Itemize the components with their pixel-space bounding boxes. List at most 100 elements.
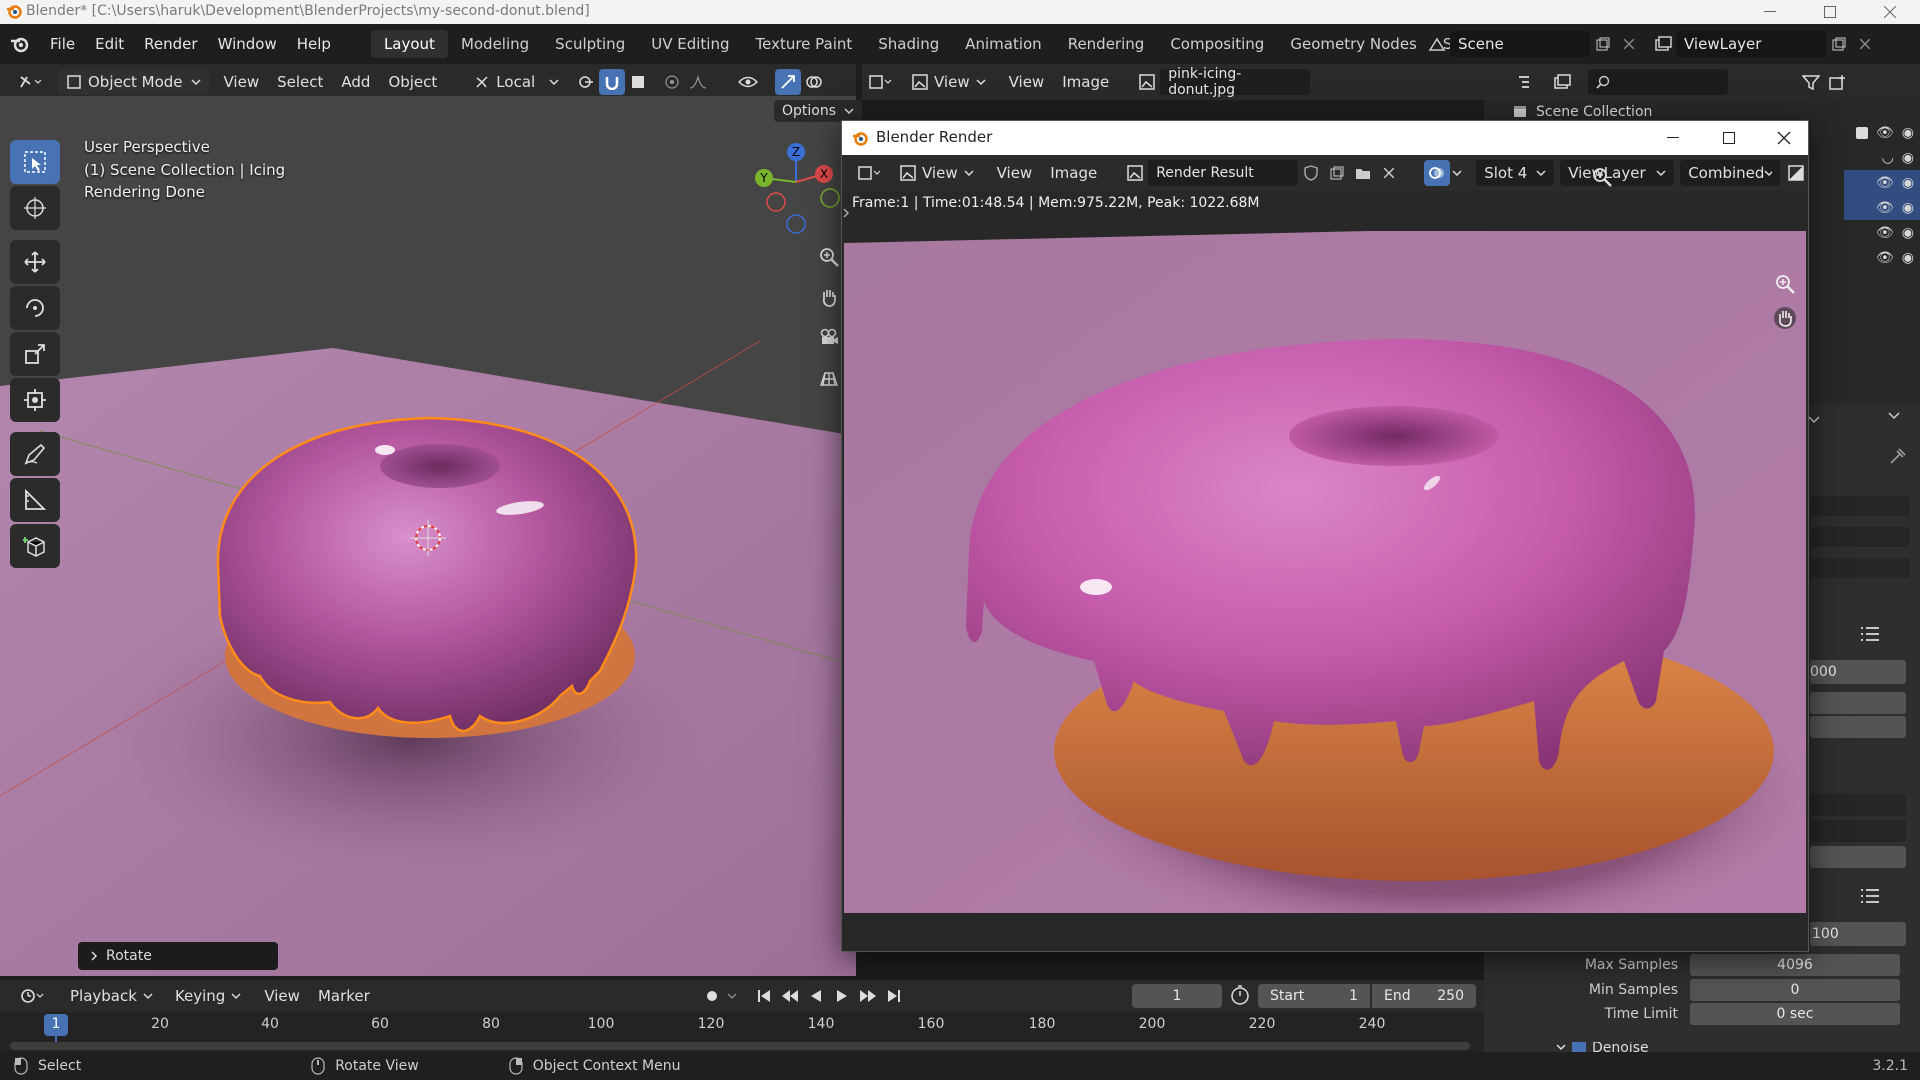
select-box-tool-icon[interactable]	[10, 140, 60, 184]
rotate-tool-icon[interactable]	[10, 286, 60, 330]
render-pan-hand-icon[interactable]	[1774, 307, 1796, 329]
filter-icon[interactable]	[1798, 69, 1824, 95]
editor-type-icon[interactable]	[10, 69, 50, 95]
list-menu-icon-2[interactable]	[1860, 888, 1880, 904]
eye-closed-icon[interactable]: ◡	[1882, 150, 1894, 166]
render-menu-view[interactable]: View	[988, 164, 1042, 182]
camera-icon[interactable]: ◉	[1902, 125, 1914, 141]
maximize-button[interactable]	[1800, 0, 1860, 24]
render-image-browse-icon[interactable]	[1122, 160, 1148, 186]
3d-viewport[interactable]	[0, 96, 856, 976]
props-field-5[interactable]	[1810, 716, 1906, 738]
display-mode-icon[interactable]	[1550, 69, 1576, 95]
cursor-tool-icon[interactable]	[10, 186, 60, 230]
slot-dropdown[interactable]: Slot 4	[1476, 160, 1555, 186]
tab-texture-paint[interactable]: Texture Paint	[742, 30, 865, 58]
last-operator-panel[interactable]: Rotate	[78, 942, 278, 970]
render-view-layer-dropdown[interactable]: ViewLayer	[1560, 160, 1675, 186]
jump-keyframe-forward-icon[interactable]	[855, 983, 881, 1009]
properties-collapse-icon[interactable]	[1808, 416, 1820, 424]
camera-icon[interactable]: ◉	[1902, 200, 1914, 216]
render-pass-dropdown[interactable]: Combined	[1680, 160, 1781, 186]
viewport-menu-add[interactable]: Add	[332, 73, 379, 91]
render-zoom-button-icon[interactable]	[1774, 273, 1796, 295]
render-result-image[interactable]	[844, 231, 1806, 913]
max-samples-field[interactable]: 4096	[1690, 954, 1900, 976]
minimize-button[interactable]	[1740, 0, 1800, 24]
duplicate-image-icon[interactable]	[1324, 160, 1350, 186]
render-maximize-button[interactable]	[1704, 121, 1754, 155]
end-frame-field[interactable]: End 250	[1372, 984, 1476, 1008]
menu-help[interactable]: Help	[287, 30, 341, 58]
camera-icon[interactable]: ◉	[1902, 175, 1914, 191]
image-editor-type-icon[interactable]	[862, 69, 898, 95]
tab-geometry-nodes[interactable]: Geometry Nodes	[1277, 30, 1430, 58]
props-field-2[interactable]	[1810, 527, 1910, 547]
tab-layout[interactable]: Layout	[370, 30, 448, 58]
props-field-8[interactable]	[1810, 846, 1906, 868]
props-partial-field-a[interactable]: 000	[1810, 660, 1906, 684]
eye-icon[interactable]: 👁	[1876, 225, 1894, 241]
props-partial-field-b[interactable]: 100	[1810, 922, 1906, 946]
render-editor-type-icon[interactable]	[852, 160, 886, 186]
tab-sculpting[interactable]: Sculpting	[542, 30, 638, 58]
eye-icon[interactable]: 👁	[1876, 175, 1894, 191]
jump-end-icon[interactable]	[881, 983, 907, 1009]
render-result-field[interactable]: Render Result	[1148, 160, 1299, 186]
viewport-menu-select[interactable]: Select	[268, 73, 332, 91]
tab-shading[interactable]: Shading	[865, 30, 952, 58]
props-field-1[interactable]	[1810, 496, 1910, 516]
camera-icon[interactable]: ◉	[1902, 225, 1914, 241]
record-icon[interactable]	[699, 983, 725, 1009]
jump-start-icon[interactable]	[751, 983, 777, 1009]
view-layer-field[interactable]: ViewLayer	[1676, 31, 1826, 57]
falloff-icon[interactable]	[685, 69, 711, 95]
props-field-7[interactable]	[1810, 820, 1906, 842]
image-editor-menu-view[interactable]: View	[1000, 73, 1054, 91]
render-minimize-button[interactable]	[1648, 121, 1698, 155]
min-samples-field[interactable]: 0	[1690, 979, 1900, 1001]
record-options-icon[interactable]	[725, 983, 739, 1009]
scale-tool-icon[interactable]	[10, 332, 60, 376]
pin-icon[interactable]	[1890, 448, 1906, 464]
timeline-area[interactable]: 1 20 40 60 80 100 120 140 160 180 200 22…	[0, 1012, 1484, 1052]
tab-compositing[interactable]: Compositing	[1157, 30, 1277, 58]
play-icon[interactable]	[829, 983, 855, 1009]
scene-selector-icon[interactable]	[1424, 31, 1450, 57]
timeline-menu-marker[interactable]: Marker	[309, 987, 379, 1005]
new-scene-icon[interactable]	[1590, 31, 1616, 57]
camera-icon[interactable]: ◉	[1902, 150, 1914, 166]
outliner-scene-collection-row[interactable]: Scene Collection	[1512, 104, 1652, 120]
snap-target-icon[interactable]	[625, 69, 651, 95]
outliner-editor-type-icon[interactable]	[1514, 69, 1540, 95]
camera-icon[interactable]: ◉	[1902, 250, 1914, 266]
pan-hand-icon[interactable]	[816, 284, 842, 310]
move-tool-icon[interactable]	[10, 240, 60, 284]
new-view-layer-icon[interactable]	[1826, 31, 1852, 57]
view-layer-icon[interactable]	[1650, 31, 1676, 57]
outliner-search-field[interactable]	[1588, 69, 1728, 95]
start-frame-field[interactable]: Start 1	[1258, 984, 1370, 1008]
overlay-toggle-icon[interactable]	[801, 69, 827, 95]
unlink-image-icon[interactable]	[1376, 160, 1402, 186]
render-overlay-dropdown-icon[interactable]	[1450, 169, 1464, 177]
viewport-menu-view[interactable]: View	[215, 73, 269, 91]
timeline-scrollbar[interactable]	[10, 1042, 1470, 1050]
transform-tool-icon[interactable]	[10, 378, 60, 422]
eye-icon[interactable]: 👁	[1876, 250, 1894, 266]
stopwatch-icon[interactable]	[1230, 984, 1250, 1006]
new-collection-icon[interactable]	[1824, 69, 1850, 95]
close-button[interactable]	[1860, 0, 1920, 24]
menu-file[interactable]: File	[40, 30, 85, 58]
render-menu-image[interactable]: Image	[1041, 164, 1106, 182]
tab-rendering[interactable]: Rendering	[1055, 30, 1158, 58]
add-cube-tool-icon[interactable]	[10, 524, 60, 568]
menu-render[interactable]: Render	[134, 30, 207, 58]
eye-icon[interactable]: 👁	[1876, 125, 1894, 141]
open-image-folder-icon[interactable]	[1350, 160, 1376, 186]
image-browse-icon[interactable]	[1134, 69, 1160, 95]
properties-dropdown-icon[interactable]	[1888, 412, 1900, 420]
tab-modeling[interactable]: Modeling	[448, 30, 542, 58]
render-close-button[interactable]	[1760, 121, 1808, 155]
list-menu-icon[interactable]	[1860, 626, 1880, 642]
